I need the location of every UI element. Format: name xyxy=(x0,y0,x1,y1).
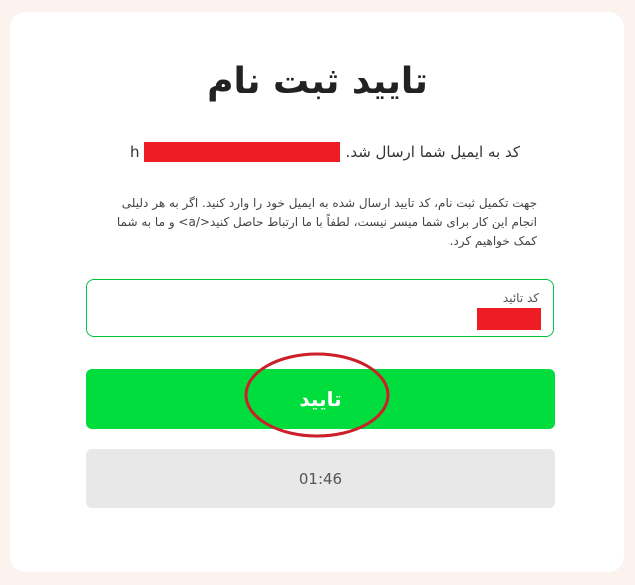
verification-code-label: کد تائید xyxy=(502,291,539,305)
instructions-text: جهت تکمیل ثبت نام، کد تایید ارسال شده به… xyxy=(116,196,537,249)
resend-timer-button[interactable]: 01:46 xyxy=(86,449,555,508)
email-sent-message: کد به ایمیل شما ارسال شد. h xyxy=(120,140,520,164)
code-redaction xyxy=(477,308,541,330)
page-title: تایید ثبت نام xyxy=(207,61,428,102)
confirm-button[interactable]: تایید xyxy=(86,369,555,429)
email-redaction xyxy=(143,142,340,162)
email-sent-text: کد به ایمیل شما ارسال شد. xyxy=(345,143,520,161)
verification-code-field[interactable]: کد تائید xyxy=(86,279,554,337)
email-visible-prefix: h xyxy=(130,143,140,161)
